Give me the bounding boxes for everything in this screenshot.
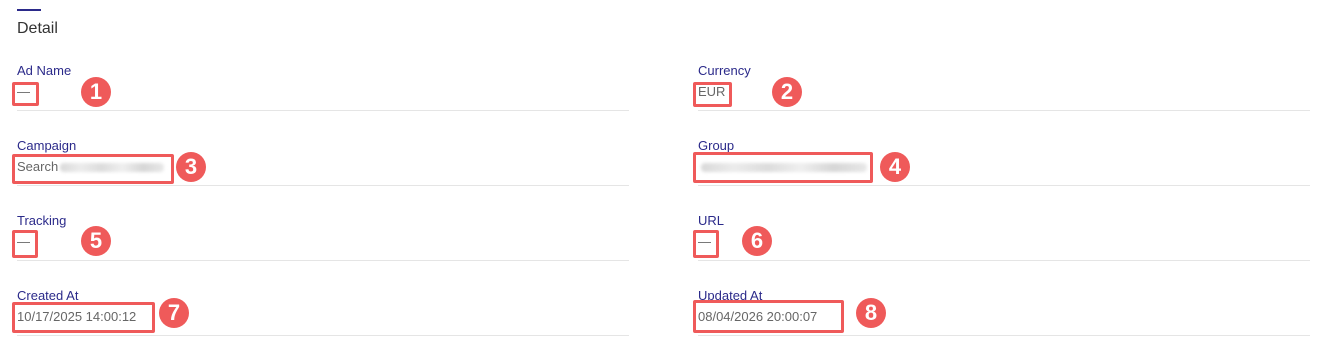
annotation-box-6 (693, 230, 719, 258)
tracking-label: Tracking (17, 213, 67, 228)
annotation-badge-8: 8 (856, 298, 886, 328)
url-field: URL — (698, 211, 1310, 261)
annotation-box-5 (12, 230, 38, 258)
section-title: Detail (17, 20, 58, 37)
annotation-box-2 (693, 82, 732, 107)
annotation-badge-5: 5 (81, 226, 111, 256)
annotation-badge-6: 6 (742, 226, 772, 256)
annotation-box-8 (693, 300, 844, 333)
ad-name-label: Ad Name (17, 63, 72, 78)
group-label: Group (698, 138, 735, 153)
annotation-badge-7: 7 (159, 298, 189, 328)
annotation-badge-1: 1 (81, 77, 111, 107)
annotation-box-4 (693, 152, 873, 183)
annotation-badge-4: 4 (880, 152, 910, 182)
url-label: URL (698, 213, 725, 228)
campaign-label: Campaign (17, 138, 77, 153)
annotation-badge-2: 2 (772, 77, 802, 107)
currency-label: Currency (698, 63, 751, 78)
annotation-badge-3: 3 (176, 152, 206, 182)
annotation-box-3 (12, 154, 174, 184)
created-at-label: Created At (17, 288, 79, 303)
annotation-box-7 (12, 302, 155, 333)
annotation-box-1 (12, 82, 39, 106)
detail-tab-indicator (17, 9, 41, 11)
